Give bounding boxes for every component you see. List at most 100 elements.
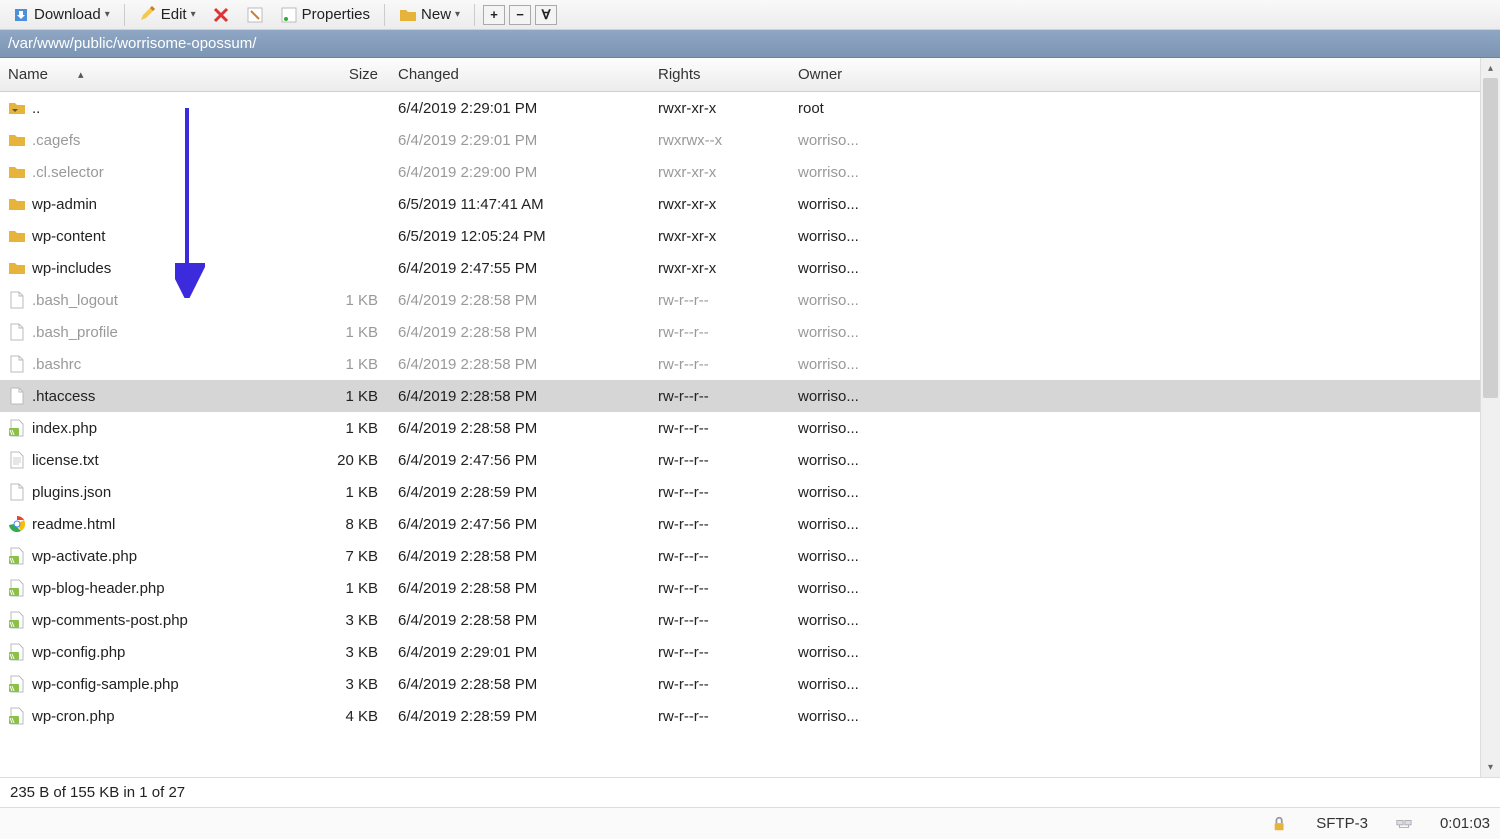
file-rights: rwxr-xr-x <box>650 158 790 187</box>
file-owner: worriso... <box>790 286 900 315</box>
rename-icon <box>246 6 264 24</box>
file-size: 8 KB <box>300 510 390 539</box>
file-icon <box>8 387 26 405</box>
protocol-label: SFTP-3 <box>1316 815 1368 832</box>
file-area: Name ▴ Size Changed Rights Owner ..6/4/2… <box>0 58 1500 777</box>
file-name: wp-config-sample.php <box>32 676 179 693</box>
file-size <box>300 230 390 242</box>
file-changed: 6/4/2019 2:29:00 PM <box>390 158 650 187</box>
file-owner: worriso... <box>790 702 900 731</box>
select-button[interactable]: ∀ <box>535 5 557 25</box>
file-rights: rwxr-xr-x <box>650 254 790 283</box>
collapse-button[interactable]: − <box>509 5 531 25</box>
file-changed: 6/4/2019 2:47:56 PM <box>390 446 650 475</box>
file-rights: rwxrwx--x <box>650 126 790 155</box>
file-owner: root <box>790 94 900 123</box>
file-owner: worriso... <box>790 318 900 347</box>
rename-button[interactable] <box>240 4 270 26</box>
folder-icon <box>8 259 26 277</box>
file-row[interactable]: readme.html 8 KB6/4/2019 2:47:56 PMrw-r--… <box>0 508 1480 540</box>
delete-button[interactable] <box>206 4 236 26</box>
file-owner: worriso... <box>790 158 900 187</box>
file-row[interactable]: wp-activate.php7 KB6/4/2019 2:28:58 PMrw… <box>0 540 1480 572</box>
file-row[interactable]: .htaccess1 KB6/4/2019 2:28:58 PMrw-r--r-… <box>0 380 1480 412</box>
file-changed: 6/4/2019 2:28:59 PM <box>390 478 650 507</box>
scrollbar-thumb[interactable] <box>1483 78 1498 398</box>
file-changed: 6/4/2019 2:28:58 PM <box>390 574 650 603</box>
file-changed: 6/4/2019 2:28:59 PM <box>390 702 650 731</box>
file-name: .cagefs <box>32 132 80 149</box>
header-owner[interactable]: Owner <box>790 60 900 89</box>
file-row[interactable]: wp-config-sample.php 3 KB6/4/2019 2:28:58… <box>0 668 1480 700</box>
file-size: 3 KB <box>300 606 390 635</box>
file-name: plugins.json <box>32 484 111 501</box>
php-icon <box>8 675 26 693</box>
file-changed: 6/4/2019 2:28:58 PM <box>390 286 650 315</box>
file-row[interactable]: wp-comments-post.php3 KB6/4/2019 2:28:58… <box>0 604 1480 636</box>
file-row[interactable]: ..6/4/2019 2:29:01 PMrwxr-xr-xroot <box>0 92 1480 124</box>
file-row[interactable]: .bash_profile1 KB6/4/2019 2:28:58 PMrw-r… <box>0 316 1480 348</box>
file-row[interactable]: .cl.selector6/4/2019 2:29:00 PMrwxr-xr-x… <box>0 156 1480 188</box>
file-row[interactable]: wp-cron.php4 KB6/4/2019 2:28:59 PMrw-r--… <box>0 700 1480 732</box>
file-size: 3 KB <box>300 670 390 699</box>
dropdown-caret-icon: ▾ <box>191 9 196 20</box>
header-name[interactable]: Name ▴ <box>0 60 300 89</box>
properties-button[interactable]: Properties <box>274 4 376 26</box>
file-rights: rw-r--r-- <box>650 702 790 731</box>
file-rights: rw-r--r-- <box>650 510 790 539</box>
file-row[interactable]: wp-includes6/4/2019 2:47:55 PMrwxr-xr-xw… <box>0 252 1480 284</box>
file-name: index.php <box>32 420 97 437</box>
file-owner: worriso... <box>790 670 900 699</box>
new-button[interactable]: New ▾ <box>393 4 466 26</box>
file-row[interactable]: .bashrc1 KB6/4/2019 2:28:58 PMrw-r--r--w… <box>0 348 1480 380</box>
file-row[interactable]: wp-config.php3 KB6/4/2019 2:29:01 PMrw-r… <box>0 636 1480 668</box>
php-icon <box>8 707 26 725</box>
column-headers: Name ▴ Size Changed Rights Owner <box>0 58 1480 92</box>
file-row[interactable]: plugins.json1 KB6/4/2019 2:28:59 PMrw-r-… <box>0 476 1480 508</box>
expand-button[interactable]: + <box>483 5 505 25</box>
file-row[interactable]: wp-content6/5/2019 12:05:24 PMrwxr-xr-xw… <box>0 220 1480 252</box>
file-changed: 6/4/2019 2:47:56 PM <box>390 510 650 539</box>
current-path: /var/www/public/worrisome-opossum/ <box>8 35 256 52</box>
file-rights: rwxr-xr-x <box>650 94 790 123</box>
vertical-scrollbar[interactable]: ▴ ▾ <box>1480 58 1500 777</box>
path-bar[interactable]: /var/www/public/worrisome-opossum/ <box>0 30 1500 58</box>
pencil-icon <box>139 6 157 24</box>
file-rights: rw-r--r-- <box>650 318 790 347</box>
dropdown-caret-icon: ▾ <box>455 9 460 20</box>
file-owner: worriso... <box>790 254 900 283</box>
file-row[interactable]: .bash_logout1 KB6/4/2019 2:28:58 PMrw-r-… <box>0 284 1480 316</box>
file-name: readme.html <box>32 516 115 533</box>
header-changed[interactable]: Changed <box>390 60 650 89</box>
toolbar-separator <box>474 4 475 26</box>
scroll-down-icon[interactable]: ▾ <box>1481 757 1500 777</box>
header-size[interactable]: Size <box>300 60 390 89</box>
php-icon <box>8 419 26 437</box>
file-row[interactable]: wp-admin6/5/2019 11:47:41 AMrwxr-xr-xwor… <box>0 188 1480 220</box>
file-size: 1 KB <box>300 382 390 411</box>
file-row[interactable]: license.txt20 KB6/4/2019 2:47:56 PMrw-r-… <box>0 444 1480 476</box>
file-name: .bash_profile <box>32 324 118 341</box>
file-row[interactable]: wp-blog-header.php1 KB6/4/2019 2:28:58 P… <box>0 572 1480 604</box>
toolbar: Download ▾ Edit ▾ Properties New ▾ + − ∀ <box>0 0 1500 30</box>
file-name: wp-content <box>32 228 105 245</box>
properties-label: Properties <box>302 6 370 23</box>
file-owner: worriso... <box>790 478 900 507</box>
file-rights: rw-r--r-- <box>650 414 790 443</box>
file-owner: worriso... <box>790 190 900 219</box>
header-rights[interactable]: Rights <box>650 60 790 89</box>
edit-button[interactable]: Edit ▾ <box>133 4 202 26</box>
download-button[interactable]: Download ▾ <box>6 4 116 26</box>
file-size <box>300 262 390 274</box>
file-size: 1 KB <box>300 574 390 603</box>
file-changed: 6/4/2019 2:28:58 PM <box>390 670 650 699</box>
scroll-up-icon[interactable]: ▴ <box>1481 58 1500 78</box>
file-rights: rw-r--r-- <box>650 382 790 411</box>
file-row[interactable]: index.php1 KB6/4/2019 2:28:58 PMrw-r--r-… <box>0 412 1480 444</box>
file-owner: worriso... <box>790 542 900 571</box>
file-row[interactable]: .cagefs6/4/2019 2:29:01 PMrwxrwx--xworri… <box>0 124 1480 156</box>
file-size: 4 KB <box>300 702 390 731</box>
new-folder-icon <box>399 6 417 24</box>
elapsed-time: 0:01:03 <box>1440 815 1490 832</box>
file-rights: rwxr-xr-x <box>650 190 790 219</box>
